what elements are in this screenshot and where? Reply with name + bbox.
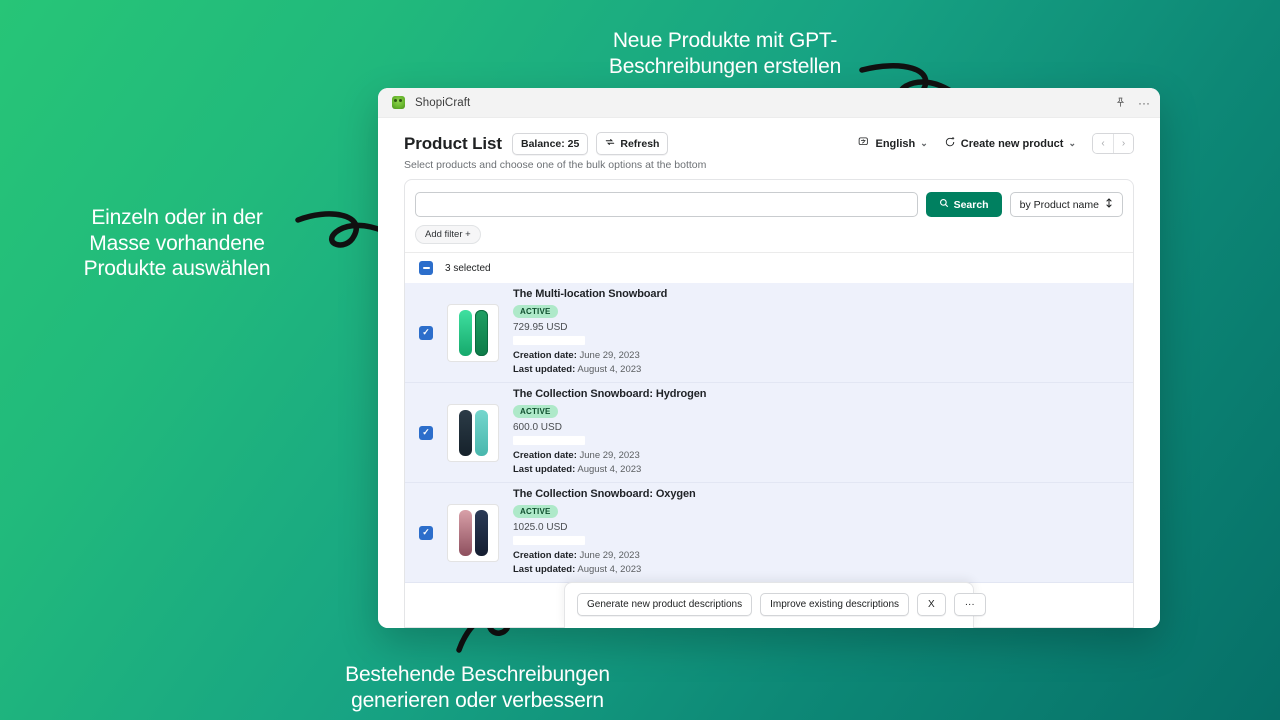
product-name: The Collection Snowboard: Oxygen [513, 488, 696, 501]
last-updated-value: August 4, 2023 [577, 464, 642, 475]
status-badge: ACTIVE [513, 405, 558, 419]
search-button-label: Search [953, 198, 989, 211]
app-logo-icon [392, 96, 405, 109]
snowboard-shape [458, 309, 472, 356]
last-updated-label: Last updated: [513, 364, 576, 375]
improve-descriptions-button[interactable]: Improve existing descriptions [760, 593, 910, 616]
translate-icon [858, 136, 870, 151]
select-all-checkbox[interactable] [419, 261, 433, 275]
product-dates: Creation date: June 29, 2023 Last update… [513, 449, 1119, 477]
table-row[interactable]: The Collection Snowboard: Oxygen ACTIVE … [405, 483, 1133, 583]
pin-icon[interactable] [1115, 97, 1126, 108]
row-checkbox[interactable] [419, 425, 433, 440]
annotation-left: Einzeln oder in der Masse vorhandene Pro… [83, 206, 271, 281]
search-button[interactable]: Search [925, 192, 1002, 217]
product-price: 729.95 USD [513, 322, 568, 334]
add-filter-button[interactable]: Add filter + [415, 225, 481, 244]
app-header: Product List Balance: 25 Refresh English… [378, 118, 1160, 179]
product-thumbnail [447, 503, 499, 562]
annotation-bottom: Bestehende Beschreibungen generieren ode… [345, 663, 610, 712]
creation-date-label: Creation date: [513, 550, 577, 562]
search-icon [939, 198, 949, 211]
sparkle-icon [944, 136, 956, 151]
header-right-actions: English ⌄ Create new product ⌄ ‹ › [858, 133, 1134, 154]
snowboard-shape [474, 409, 488, 456]
product-info: The Collection Snowboard: Hydrogen ACTIV… [513, 388, 1119, 477]
chevron-down-icon: ⌄ [1068, 138, 1076, 148]
snowboard-shape [458, 509, 472, 556]
last-updated-value: August 4, 2023 [577, 564, 642, 575]
redacted-field [513, 336, 585, 346]
product-name: The Collection Snowboard: Hydrogen [513, 388, 707, 401]
product-price: 600.0 USD [513, 422, 562, 434]
app-title: ShopiCraft [415, 96, 471, 109]
snowboard-shape [474, 309, 488, 356]
refresh-icon [605, 137, 615, 150]
sort-label: by Product name [1019, 198, 1099, 211]
search-row: Search by Product name [405, 180, 1133, 217]
pagination-prev[interactable]: ‹ [1093, 134, 1113, 153]
redacted-field [513, 436, 585, 446]
redacted-field [513, 536, 585, 546]
header-row: Product List Balance: 25 Refresh English… [404, 132, 1134, 155]
table-row[interactable]: The Multi-location Snowboard ACTIVE 729.… [405, 283, 1133, 383]
language-selector[interactable]: English ⌄ [858, 136, 928, 151]
titlebar-actions: ··· [1115, 97, 1150, 109]
annotation-top: Neue Produkte mit GPT- Beschreibungen er… [608, 29, 842, 78]
create-new-product-button[interactable]: Create new product ⌄ [944, 136, 1076, 151]
row-checkbox[interactable] [419, 325, 433, 340]
last-updated-label: Last updated: [513, 564, 576, 575]
creation-date-value: June 29, 2023 [579, 450, 640, 462]
product-price: 1025.0 USD [513, 522, 568, 534]
product-list: The Multi-location Snowboard ACTIVE 729.… [405, 283, 1133, 627]
creation-date-value: June 29, 2023 [579, 350, 640, 362]
bulk-actions-bar: Generate new product descriptions Improv… [564, 582, 986, 628]
creation-date-label: Creation date: [513, 450, 577, 462]
creation-date-value: June 29, 2023 [579, 550, 640, 562]
product-info: The Multi-location Snowboard ACTIVE 729.… [513, 288, 1119, 377]
sort-selector[interactable]: by Product name [1009, 192, 1123, 217]
selection-row: 3 selected [405, 252, 1133, 283]
last-updated-value: August 4, 2023 [577, 364, 642, 375]
row-checkbox[interactable] [419, 525, 433, 540]
snowboard-shape [474, 509, 488, 556]
product-name: The Multi-location Snowboard [513, 288, 668, 301]
snowboard-shape [458, 409, 472, 456]
product-dates: Creation date: June 29, 2023 Last update… [513, 349, 1119, 377]
browser-window: ShopiCraft ··· Product List Balance: 25 [378, 88, 1160, 628]
status-badge: ACTIVE [513, 505, 558, 519]
create-new-product-label: Create new product [960, 137, 1064, 150]
filter-row: Add filter + [405, 217, 1133, 252]
bulk-more-options-button[interactable]: ··· [953, 593, 986, 616]
pagination-next[interactable]: › [1113, 134, 1133, 153]
balance-label: Balance: 25 [520, 137, 580, 150]
product-dates: Creation date: June 29, 2023 Last update… [513, 549, 1119, 577]
page-subtitle: Select products and choose one of the bu… [404, 159, 707, 171]
language-label: English [875, 137, 916, 150]
generate-descriptions-button[interactable]: Generate new product descriptions [577, 593, 753, 616]
product-info: The Collection Snowboard: Oxygen ACTIVE … [513, 488, 1119, 577]
product-list-card: Search by Product name Add filter + 3 se… [404, 179, 1134, 628]
pagination: ‹ › [1092, 133, 1134, 154]
selected-count-label: 3 selected [445, 262, 491, 274]
search-input[interactable] [415, 192, 918, 217]
creation-date-label: Creation date: [513, 350, 577, 362]
window-titlebar: ShopiCraft ··· [378, 88, 1160, 118]
sort-icon [1105, 198, 1113, 211]
chevron-down-icon: ⌄ [920, 138, 928, 148]
balance-badge[interactable]: Balance: 25 [511, 132, 589, 155]
status-badge: ACTIVE [513, 305, 558, 319]
product-thumbnail [447, 403, 499, 462]
close-bulk-bar-button[interactable]: X [917, 593, 946, 616]
content-area: Search by Product name Add filter + 3 se… [378, 179, 1160, 628]
product-thumbnail [447, 303, 499, 362]
refresh-label: Refresh [620, 137, 660, 150]
last-updated-label: Last updated: [513, 464, 576, 475]
more-options-icon[interactable]: ··· [1138, 97, 1150, 109]
table-row[interactable]: The Collection Snowboard: Hydrogen ACTIV… [405, 383, 1133, 483]
refresh-button[interactable]: Refresh [596, 132, 669, 155]
page-title: Product List [404, 133, 502, 153]
